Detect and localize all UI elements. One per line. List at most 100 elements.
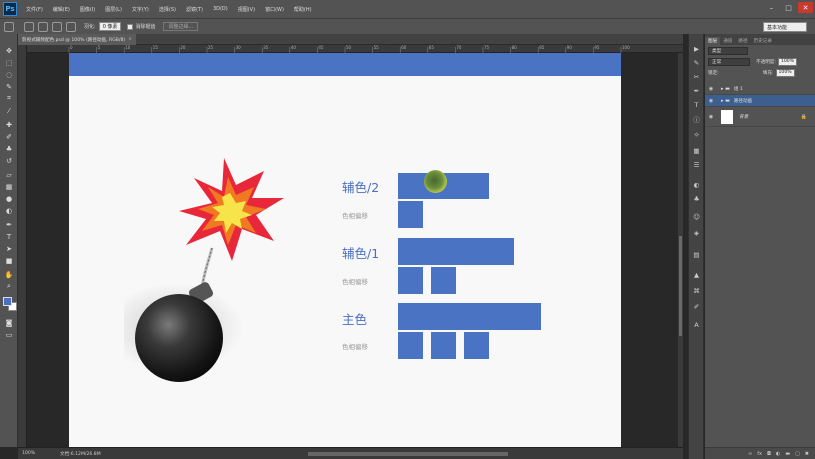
- eyedropper-tool-icon[interactable]: ⁄: [4, 106, 14, 115]
- color-swatches[interactable]: [3, 297, 17, 311]
- color-swatch-block: [431, 267, 456, 294]
- layers-icon[interactable]: ▤: [692, 250, 701, 259]
- move-tool-icon[interactable]: ✥: [4, 46, 14, 55]
- menu-view[interactable]: 视图(V): [233, 6, 260, 13]
- tab-history[interactable]: 历史记录: [751, 37, 775, 45]
- tab-channels[interactable]: 通道: [720, 37, 735, 45]
- menu-3d[interactable]: 3D(D): [208, 6, 233, 12]
- screen-mode-icon[interactable]: ▭: [4, 330, 14, 339]
- history-brush-tool-icon[interactable]: ↺: [4, 156, 14, 165]
- add-selection-icon[interactable]: [38, 21, 48, 32]
- menu-help[interactable]: 帮助(H): [289, 6, 317, 13]
- zoom-level[interactable]: 100%: [18, 451, 48, 456]
- crop-tool-icon[interactable]: ⌗: [4, 94, 14, 103]
- close-tab-icon[interactable]: ×: [128, 37, 132, 42]
- lasso-tool-icon[interactable]: [4, 21, 14, 32]
- brush-icon[interactable]: ◐: [692, 180, 701, 189]
- layer-row[interactable]: ◉ ▸ ▬ 组 1: [705, 83, 815, 95]
- menu-window[interactable]: 窗口(W): [260, 6, 289, 13]
- tab-layers[interactable]: 图层: [705, 37, 721, 45]
- menu-type[interactable]: 文字(Y): [127, 6, 154, 13]
- layer-row[interactable]: ◉ 背景 🔒: [705, 107, 815, 127]
- feather-input[interactable]: 0 像素: [98, 22, 122, 31]
- sun-icon[interactable]: ☼: [692, 130, 701, 139]
- eye-icon[interactable]: ◉: [707, 86, 715, 92]
- brush-preset-icon[interactable]: ✐: [692, 302, 701, 311]
- menu-filter[interactable]: 滤镜(T): [181, 6, 208, 13]
- lasso-tool-icon[interactable]: ◌: [4, 70, 14, 79]
- color-swatch-block: [398, 332, 423, 359]
- document-tab[interactable]: 影视式输频配色.psd @ 100% (路径动画, RGB/8) ×: [18, 34, 137, 45]
- menu-edit[interactable]: 编辑(E): [48, 6, 75, 13]
- menu-image[interactable]: 图像(I): [75, 6, 100, 13]
- shape-tool-icon[interactable]: ■: [4, 256, 14, 265]
- blur-tool-icon[interactable]: ●: [4, 194, 14, 203]
- close-button[interactable]: ✕: [798, 2, 813, 13]
- fx-icon[interactable]: fx: [757, 451, 762, 457]
- stamp-icon[interactable]: ♣: [692, 194, 701, 203]
- path-select-tool-icon[interactable]: ➤: [4, 244, 14, 253]
- refine-edge-button[interactable]: 调整边缘...: [163, 22, 199, 31]
- hand-tool-icon[interactable]: ✋: [4, 270, 14, 279]
- vertical-scroll-thumb[interactable]: [679, 236, 682, 336]
- adjustment-icon[interactable]: ◐: [776, 451, 780, 457]
- menu-layer[interactable]: 图层(L): [100, 6, 127, 13]
- play-icon[interactable]: ▶: [692, 44, 701, 53]
- maximize-button[interactable]: □: [781, 2, 796, 13]
- character-icon[interactable]: A: [692, 320, 701, 329]
- triangle-icon[interactable]: ▲: [692, 270, 701, 279]
- eye-icon[interactable]: ◉: [707, 98, 715, 104]
- marquee-tool-icon[interactable]: ⬚: [4, 58, 14, 67]
- layer-filter-select[interactable]: 类型: [708, 46, 748, 55]
- eraser-tool-icon[interactable]: ▱: [4, 170, 14, 179]
- document-canvas[interactable]: 辅色/2 色相偏移 辅色/1 色相偏移 主色 色相偏移: [69, 53, 621, 447]
- antialias-checkbox[interactable]: [127, 23, 134, 30]
- opacity-input[interactable]: 100%: [777, 57, 798, 66]
- path-icon[interactable]: ⌘: [692, 286, 701, 295]
- trash-icon[interactable]: ✖: [805, 451, 809, 457]
- dodge-tool-icon[interactable]: ◐: [4, 206, 14, 215]
- pen-tool-icon[interactable]: ✒: [4, 220, 14, 229]
- new-selection-icon[interactable]: [24, 21, 34, 32]
- type-tool-icon[interactable]: T: [4, 232, 14, 241]
- link-icon[interactable]: ∞: [748, 451, 752, 457]
- scissors-icon[interactable]: ✂: [692, 72, 701, 81]
- foreground-color-swatch[interactable]: [3, 297, 12, 306]
- info-icon[interactable]: ⓘ: [692, 114, 701, 124]
- vertical-scrollbar[interactable]: [678, 53, 683, 447]
- gradient-tool-icon[interactable]: ▦: [4, 182, 14, 191]
- cube-icon[interactable]: ◈: [692, 228, 701, 237]
- canvas-area[interactable]: 辅色/2 色相偏移 辅色/1 色相偏移 主色 色相偏移: [27, 53, 683, 447]
- quick-mask-icon[interactable]: ◙: [4, 318, 14, 327]
- quick-select-tool-icon[interactable]: ✎: [4, 82, 14, 91]
- menu-select[interactable]: 选择(S): [154, 6, 181, 13]
- workspace-select[interactable]: 基本功能: [763, 22, 807, 32]
- eye-icon[interactable]: ◉: [707, 114, 715, 120]
- tab-paths[interactable]: 路径: [735, 37, 750, 45]
- color-swatch-block: [398, 267, 423, 294]
- zoom-tool-icon[interactable]: ⌕: [4, 282, 14, 291]
- new-layer-icon[interactable]: ▢: [795, 451, 800, 457]
- stamp-tool-icon[interactable]: ♣: [4, 144, 14, 153]
- horizontal-ruler: 0 5 10 15 20 25 30 35 40 45 50 55 60 65 70 75 80 85 90 95 10…: [27, 45, 683, 53]
- intersect-selection-icon[interactable]: [66, 21, 76, 32]
- minimize-button[interactable]: –: [764, 2, 779, 13]
- person-icon[interactable]: ☺: [692, 212, 701, 221]
- grid-icon[interactable]: ▦: [692, 146, 701, 155]
- list-icon[interactable]: ☰: [692, 160, 701, 169]
- pen-icon[interactable]: ✒: [692, 86, 701, 95]
- subtract-selection-icon[interactable]: [52, 21, 62, 32]
- ruler-number: 25: [208, 45, 214, 50]
- brush-tool-icon[interactable]: ✐: [4, 132, 14, 141]
- layer-row[interactable]: ◉ ▸ ▬ 路径动画: [705, 95, 815, 107]
- type-icon[interactable]: T: [692, 100, 701, 109]
- horizontal-scroll-thumb[interactable]: [308, 452, 508, 456]
- ruler-number: 10: [125, 45, 131, 50]
- adjust-icon[interactable]: ✎: [692, 58, 701, 67]
- blend-mode-select[interactable]: 正常: [708, 57, 750, 66]
- healing-tool-icon[interactable]: ✚: [4, 120, 14, 129]
- mask-icon[interactable]: ◘: [767, 451, 771, 457]
- menu-file[interactable]: 文件(F): [21, 6, 48, 13]
- new-group-icon[interactable]: ▬: [785, 451, 790, 457]
- fill-input[interactable]: 100%: [775, 68, 795, 77]
